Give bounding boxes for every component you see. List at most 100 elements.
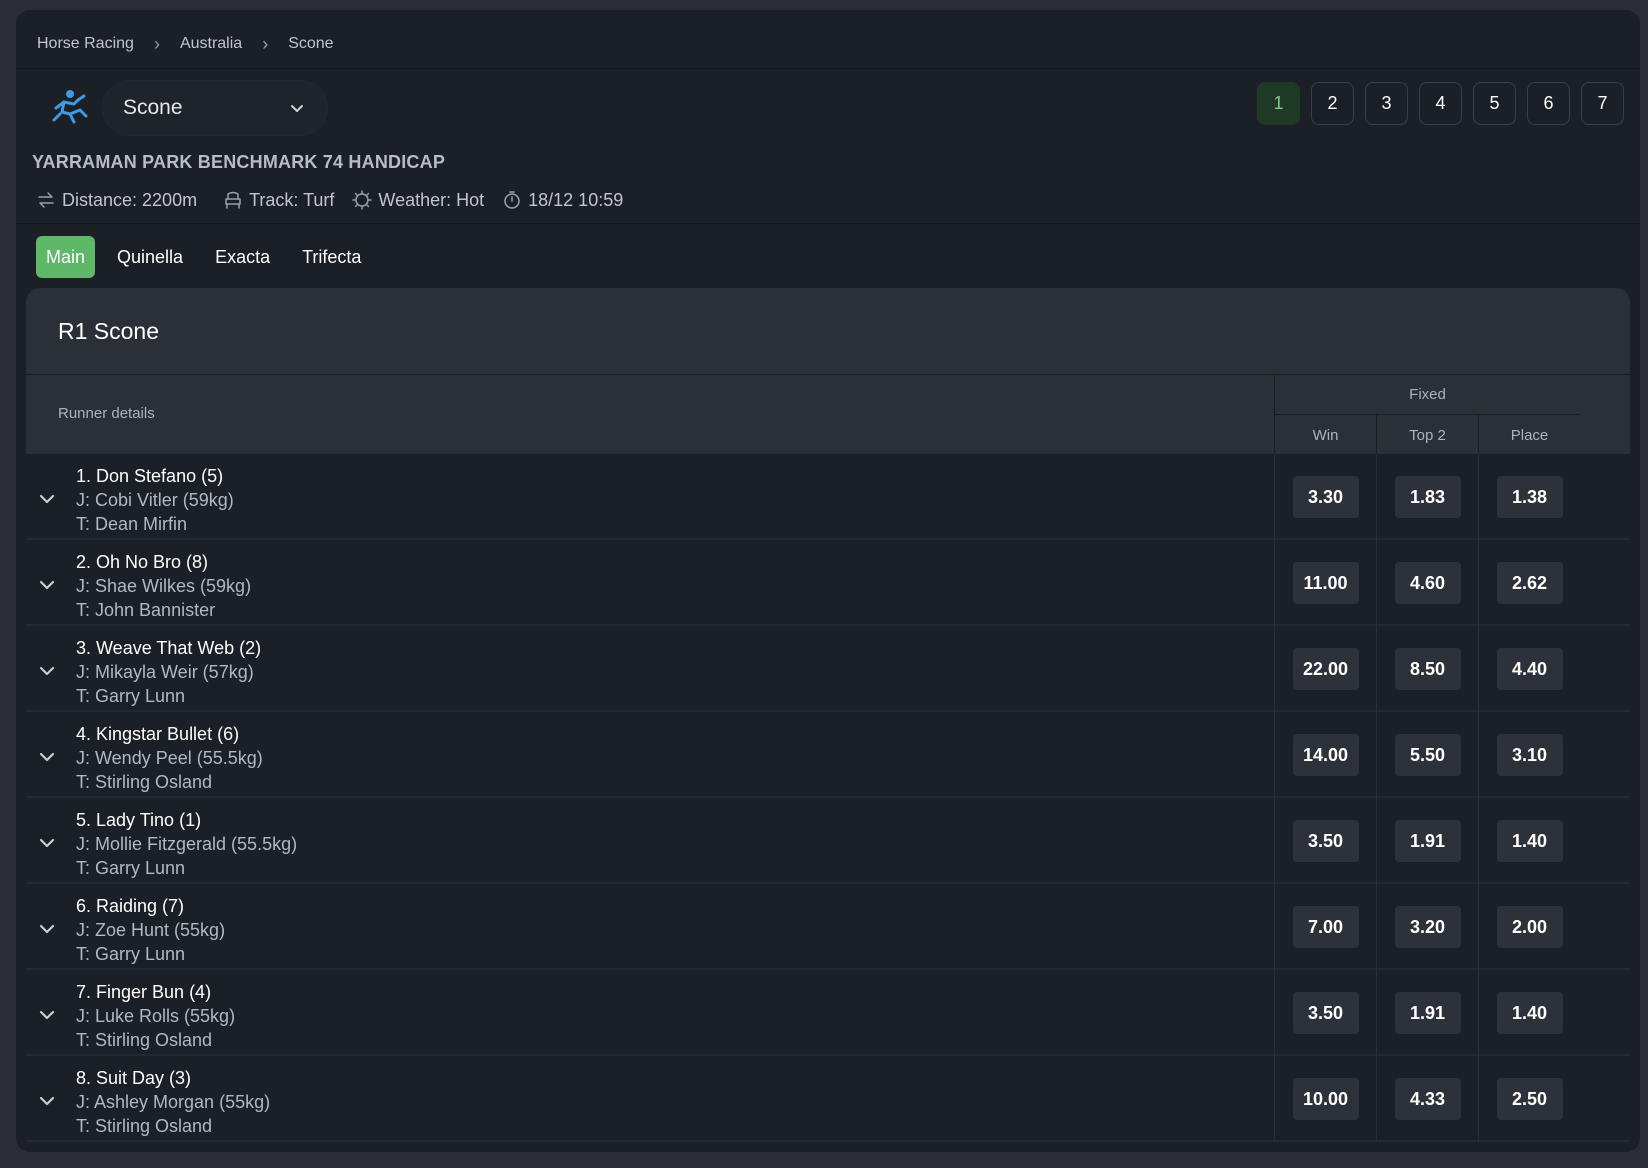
top2-odds-button[interactable]: 1.83: [1394, 476, 1461, 518]
table-row: 6. Raiding (7) J: Zoe Hunt (55kg) T: Gar…: [26, 884, 1630, 970]
runner-name: 1. Don Stefano (5): [76, 466, 224, 486]
win-odds-button[interactable]: 10.00: [1292, 1078, 1359, 1120]
table-row: 5. Lady Tino (1) J: Mollie Fitzgerald (5…: [26, 798, 1630, 884]
race-tab-1[interactable]: 1: [1257, 82, 1300, 125]
chevron-down-icon[interactable]: [38, 1006, 56, 1024]
place-odds-button[interactable]: 3.10: [1496, 734, 1563, 776]
tab-main[interactable]: Main: [36, 236, 96, 278]
odds-cell: 2.50: [1478, 1056, 1580, 1142]
race-card-title: R1 Scone: [26, 288, 1630, 374]
race-tab-5[interactable]: 5: [1473, 82, 1516, 125]
horse-racing-icon: [52, 90, 88, 124]
runner-name: 2. Oh No Bro (8): [76, 552, 209, 572]
runner-trainer: T: Stirling Osland: [76, 1116, 213, 1136]
odds-cell: 2.00: [1478, 884, 1580, 970]
race-track: Track: Turf: [223, 190, 334, 211]
win-odds-button[interactable]: 22.00: [1292, 648, 1359, 690]
breadcrumb-horse-racing[interactable]: Horse Racing: [37, 35, 134, 53]
place-odds-button[interactable]: 2.62: [1496, 562, 1563, 604]
runner-details: 4. Kingstar Bullet (6) J: Wendy Peel (55…: [76, 722, 263, 794]
tab-exacta[interactable]: Exacta: [205, 236, 280, 278]
runner-details: 7. Finger Bun (4) J: Luke Rolls (55kg) T…: [76, 980, 235, 1052]
win-odds-button[interactable]: 3.50: [1292, 992, 1359, 1034]
runner-jockey: J: Mikayla Weir (57kg): [76, 662, 254, 682]
odds-cell: 3.50: [1274, 970, 1376, 1056]
table-row: 7. Finger Bun (4) J: Luke Rolls (55kg) T…: [26, 970, 1630, 1056]
runner-details: 8. Suit Day (3) J: Ashley Morgan (55kg) …: [76, 1066, 270, 1138]
win-odds-button[interactable]: 14.00: [1292, 734, 1359, 776]
odds-cell: 10.00: [1274, 1056, 1376, 1142]
odds-cell: 3.10: [1478, 712, 1580, 798]
table-row: 4. Kingstar Bullet (6) J: Wendy Peel (55…: [26, 712, 1630, 798]
top2-odds-button[interactable]: 4.33: [1394, 1078, 1461, 1120]
race-distance: Distance: 2200m: [36, 190, 197, 211]
runner-jockey: J: Zoe Hunt (55kg): [76, 920, 226, 940]
top2-odds-button[interactable]: 8.50: [1394, 648, 1461, 690]
race-tab-4[interactable]: 4: [1419, 82, 1462, 125]
win-odds-button[interactable]: 3.30: [1292, 476, 1359, 518]
chevron-down-icon[interactable]: [38, 662, 56, 680]
runner-details: 3. Weave That Web (2) J: Mikayla Weir (5…: [76, 636, 261, 708]
runners-list: 1. Don Stefano (5) J: Cobi Vitler (59kg)…: [26, 454, 1630, 1142]
runners-table-header: Runner details Fixed Win Top 2 Place: [26, 374, 1630, 455]
venue-selected-label: Scone: [123, 96, 183, 119]
race-tab-2[interactable]: 2: [1311, 82, 1354, 125]
race-track-label: Track: Turf: [249, 189, 335, 210]
runner-name: 5. Lady Tino (1): [76, 810, 202, 830]
odds-cell: 8.50: [1376, 626, 1478, 712]
runner-trainer: T: Garry Lunn: [76, 944, 186, 964]
top2-odds-button[interactable]: 1.91: [1394, 820, 1461, 862]
odds-cell: 4.60: [1376, 540, 1478, 626]
chevron-down-icon[interactable]: [38, 576, 56, 594]
win-odds-button[interactable]: 3.50: [1292, 820, 1359, 862]
win-odds-button[interactable]: 7.00: [1292, 906, 1359, 948]
venue-dropdown[interactable]: Scone: [102, 80, 328, 136]
place-odds-button[interactable]: 1.38: [1496, 476, 1563, 518]
place-odds-button[interactable]: 1.40: [1496, 992, 1563, 1034]
venue-row: Scone 1 2 3 4 5 6 7: [32, 76, 1624, 140]
chevron-down-icon[interactable]: [38, 834, 56, 852]
chevron-down-icon[interactable]: [38, 1092, 56, 1110]
odds-cell: 1.40: [1478, 798, 1580, 884]
chevron-down-icon: [291, 105, 303, 112]
win-odds-button[interactable]: 11.00: [1292, 562, 1359, 604]
chair-icon: [225, 191, 241, 209]
table-row: 8. Suit Day (3) J: Ashley Morgan (55kg) …: [26, 1056, 1630, 1142]
top2-odds-button[interactable]: 5.50: [1394, 734, 1461, 776]
top2-odds-button[interactable]: 4.60: [1394, 562, 1461, 604]
odds-cell: 11.00: [1274, 540, 1376, 626]
chevron-down-icon[interactable]: [38, 748, 56, 766]
race-distance-label: Distance: 2200m: [62, 189, 198, 210]
place-odds-button[interactable]: 2.50: [1496, 1078, 1563, 1120]
top2-odds-button[interactable]: 3.20: [1394, 906, 1461, 948]
race-tab-3[interactable]: 3: [1365, 82, 1408, 125]
place-odds-button[interactable]: 4.40: [1496, 648, 1563, 690]
runner-details: 1. Don Stefano (5) J: Cobi Vitler (59kg)…: [76, 464, 234, 536]
runner-trainer: T: Stirling Osland: [76, 772, 213, 792]
odds-cell: 14.00: [1274, 712, 1376, 798]
breadcrumb-australia[interactable]: Australia: [180, 35, 242, 53]
tab-quinella[interactable]: Quinella: [107, 236, 193, 278]
place-odds-button[interactable]: 1.40: [1496, 820, 1563, 862]
place-column-header: Place: [1478, 415, 1580, 455]
runner-name: 4. Kingstar Bullet (6): [76, 724, 240, 744]
breadcrumb: Horse Racing › Australia › Scone: [37, 24, 334, 64]
tab-trifecta[interactable]: Trifecta: [292, 236, 371, 278]
runner-details-header: Runner details: [58, 405, 155, 422]
chevron-down-icon[interactable]: [38, 920, 56, 938]
place-odds-button[interactable]: 2.00: [1496, 906, 1563, 948]
race-title: YARRAMAN PARK BENCHMARK 74 HANDICAP: [32, 152, 446, 172]
chevron-down-icon[interactable]: [38, 490, 56, 508]
race-tab-6[interactable]: 6: [1527, 82, 1570, 125]
odds-cell: 1.91: [1376, 970, 1478, 1056]
breadcrumb-scone[interactable]: Scone: [288, 35, 333, 53]
top2-odds-button[interactable]: 1.91: [1394, 992, 1461, 1034]
top2-column-header: Top 2: [1376, 415, 1478, 455]
runner-trainer: T: Garry Lunn: [76, 858, 186, 878]
odds-cell: 1.38: [1478, 454, 1580, 540]
runner-details: 2. Oh No Bro (8) J: Shae Wilkes (59kg) T…: [76, 550, 251, 622]
runner-trainer: T: Garry Lunn: [76, 686, 186, 706]
breadcrumb-separator: ›: [153, 33, 160, 54]
race-tab-7[interactable]: 7: [1581, 82, 1624, 125]
race-card: R1 Scone Runner details Fixed Win Top 2 …: [26, 288, 1630, 1152]
